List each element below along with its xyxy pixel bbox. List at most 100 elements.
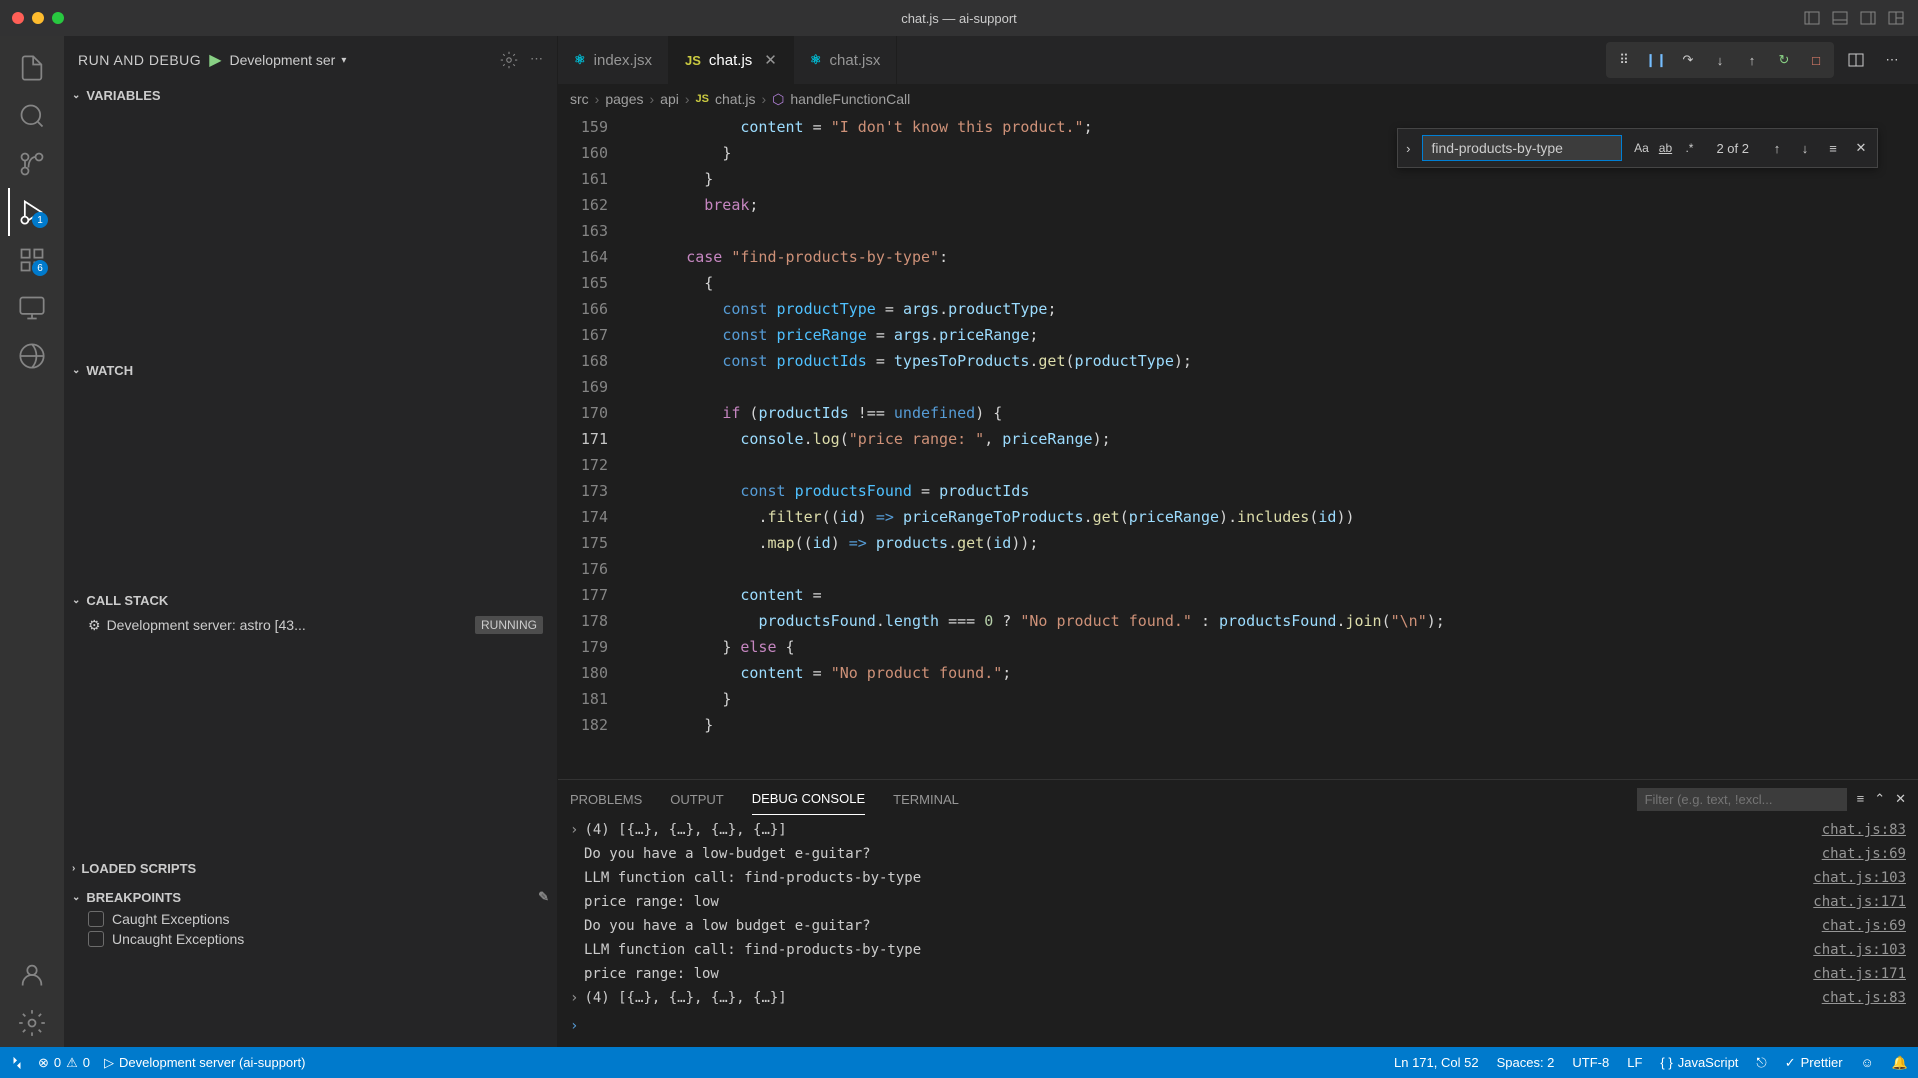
regex-icon[interactable]: .*: [1678, 137, 1700, 159]
console-source-link[interactable]: chat.js:69: [1822, 914, 1906, 938]
tab-label: chat.js: [709, 52, 752, 69]
checkbox-icon[interactable]: [88, 911, 104, 927]
console-source-link[interactable]: chat.js:83: [1822, 818, 1906, 842]
step-over-icon[interactable]: ↷: [1674, 46, 1702, 74]
indentation[interactable]: Spaces: 2: [1497, 1055, 1555, 1071]
encoding[interactable]: UTF-8: [1572, 1055, 1609, 1071]
panel-left-icon[interactable]: [1802, 8, 1822, 28]
breakpoints-section-header[interactable]: ⌄ BREAKPOINTS ✎: [64, 885, 557, 909]
whole-word-icon[interactable]: ab: [1654, 137, 1676, 159]
account-icon[interactable]: [8, 951, 56, 999]
console-source-link[interactable]: chat.js:103: [1813, 938, 1906, 962]
chevron-right-icon[interactable]: ›: [570, 822, 578, 838]
settings-icon[interactable]: [8, 999, 56, 1047]
close-icon[interactable]: ✕: [1849, 136, 1873, 160]
chevron-right-icon[interactable]: ›: [570, 990, 578, 1006]
tab-chat-js[interactable]: JS chat.js ✕: [669, 36, 794, 84]
restart-icon[interactable]: ↻: [1770, 46, 1798, 74]
find-in-selection-icon[interactable]: ≡: [1821, 136, 1845, 160]
breakpoint-uncaught[interactable]: Uncaught Exceptions: [64, 929, 557, 949]
variables-section-header[interactable]: ⌄ VARIABLES: [64, 84, 557, 107]
bc-api[interactable]: api: [660, 91, 679, 107]
console-source-link[interactable]: chat.js:69: [1822, 842, 1906, 866]
debug-session-icon: ⚙: [88, 617, 101, 634]
callstack-item[interactable]: ⚙ Development server: astro [43... RUNNI…: [64, 612, 557, 638]
debug-console-output[interactable]: ›(4) [{…}, {…}, {…}, {…}]chat.js:83 Do y…: [558, 818, 1918, 1047]
step-into-icon[interactable]: ↓: [1706, 46, 1734, 74]
watch-section-header[interactable]: ⌄ WATCH: [64, 359, 557, 382]
bc-file[interactable]: chat.js: [715, 91, 755, 107]
errors-count[interactable]: ⊗ 0 ⚠ 0: [38, 1055, 90, 1071]
tab-chat-jsx[interactable]: ⚛ chat.jsx: [794, 36, 898, 84]
panel-tab-terminal[interactable]: TERMINAL: [893, 784, 959, 815]
find-input[interactable]: [1422, 135, 1622, 161]
console-source-link[interactable]: chat.js:171: [1813, 962, 1906, 986]
checkbox-icon[interactable]: [88, 931, 104, 947]
more-icon[interactable]: ⋯: [1878, 46, 1906, 74]
remote-button[interactable]: [10, 1056, 24, 1070]
match-case-icon[interactable]: Aa: [1630, 137, 1652, 159]
cursor-position[interactable]: Ln 171, Col 52: [1394, 1055, 1479, 1071]
source-control-icon[interactable]: [8, 140, 56, 188]
next-match-icon[interactable]: ↓: [1793, 136, 1817, 160]
prettier-status[interactable]: ✓ Prettier: [1785, 1055, 1843, 1071]
split-editor-icon[interactable]: [1842, 46, 1870, 74]
close-icon[interactable]: ✕: [764, 51, 777, 69]
code-editor[interactable]: 159 160 161 162 163 164 165 166 167 168 …: [558, 114, 1918, 779]
bc-function[interactable]: handleFunctionCall: [790, 91, 910, 107]
run-debug-icon[interactable]: 1: [8, 188, 56, 236]
maximize-window-button[interactable]: [52, 12, 64, 24]
tab-index-jsx[interactable]: ⚛ index.jsx: [558, 36, 669, 84]
feedback-icon[interactable]: ☺: [1861, 1055, 1874, 1071]
chevron-right-icon: ›: [761, 91, 766, 107]
explorer-icon[interactable]: [8, 44, 56, 92]
console-source-link[interactable]: chat.js:83: [1822, 986, 1906, 1010]
remote-icon[interactable]: [8, 284, 56, 332]
extensions-icon[interactable]: 6: [8, 236, 56, 284]
panel-tab-debug-console[interactable]: DEBUG CONSOLE: [752, 783, 865, 815]
pause-icon[interactable]: ❙❙: [1642, 46, 1670, 74]
breadcrumbs[interactable]: src › pages › api › JS chat.js › ⬡ handl…: [558, 84, 1918, 114]
callstack-status: RUNNING: [475, 616, 543, 634]
panel-tab-problems[interactable]: PROBLEMS: [570, 784, 642, 815]
eol[interactable]: LF: [1627, 1055, 1642, 1071]
edit-icon[interactable]: ✎: [538, 889, 549, 905]
panel-tab-output[interactable]: OUTPUT: [670, 784, 723, 815]
edge-icon[interactable]: [8, 332, 56, 380]
loaded-scripts-section-header[interactable]: › LOADED SCRIPTS: [64, 857, 557, 880]
bc-pages[interactable]: pages: [605, 91, 643, 107]
stop-icon[interactable]: □: [1802, 46, 1830, 74]
console-source-link[interactable]: chat.js:103: [1813, 866, 1906, 890]
step-out-icon[interactable]: ↑: [1738, 46, 1766, 74]
prev-match-icon[interactable]: ↑: [1765, 136, 1789, 160]
start-debug-icon[interactable]: ▶: [209, 50, 221, 70]
breakpoint-caught[interactable]: Caught Exceptions: [64, 909, 557, 929]
more-icon[interactable]: ⋯: [530, 51, 543, 69]
console-source-link[interactable]: chat.js:171: [1813, 890, 1906, 914]
close-window-button[interactable]: [12, 12, 24, 24]
layout-icon[interactable]: [1886, 8, 1906, 28]
bc-src[interactable]: src: [570, 91, 589, 107]
drag-handle-icon[interactable]: ⠿: [1610, 46, 1638, 74]
callstack-section-header[interactable]: ⌄ CALL STACK: [64, 589, 557, 612]
panel-filter-input[interactable]: [1637, 788, 1847, 811]
code-content[interactable]: content = "I don't know this product."; …: [632, 114, 1918, 779]
search-icon[interactable]: [8, 92, 56, 140]
js-file-icon: JS: [685, 53, 701, 68]
run-debug-label: RUN AND DEBUG: [78, 52, 201, 68]
collapse-panel-icon[interactable]: ⌃: [1874, 791, 1885, 807]
debug-config-select[interactable]: Development ser ▾: [230, 52, 347, 68]
minimize-window-button[interactable]: [32, 12, 44, 24]
panel-bottom-icon[interactable]: [1830, 8, 1850, 28]
clear-console-icon[interactable]: ≡: [1857, 791, 1865, 807]
debug-status[interactable]: ▷ Development server (ai-support): [104, 1055, 305, 1071]
console-prompt-icon[interactable]: ›: [570, 1010, 1906, 1038]
panel-right-icon[interactable]: [1858, 8, 1878, 28]
debug-badge: 1: [32, 212, 48, 228]
bell-icon[interactable]: 🔔: [1892, 1055, 1908, 1071]
close-panel-icon[interactable]: ✕: [1895, 791, 1906, 807]
gear-icon[interactable]: [500, 51, 518, 69]
chevron-right-icon[interactable]: ›: [1402, 141, 1414, 156]
live-share-icon[interactable]: ⎋: [1756, 1055, 1766, 1071]
language-mode[interactable]: { } JavaScript: [1660, 1055, 1738, 1071]
